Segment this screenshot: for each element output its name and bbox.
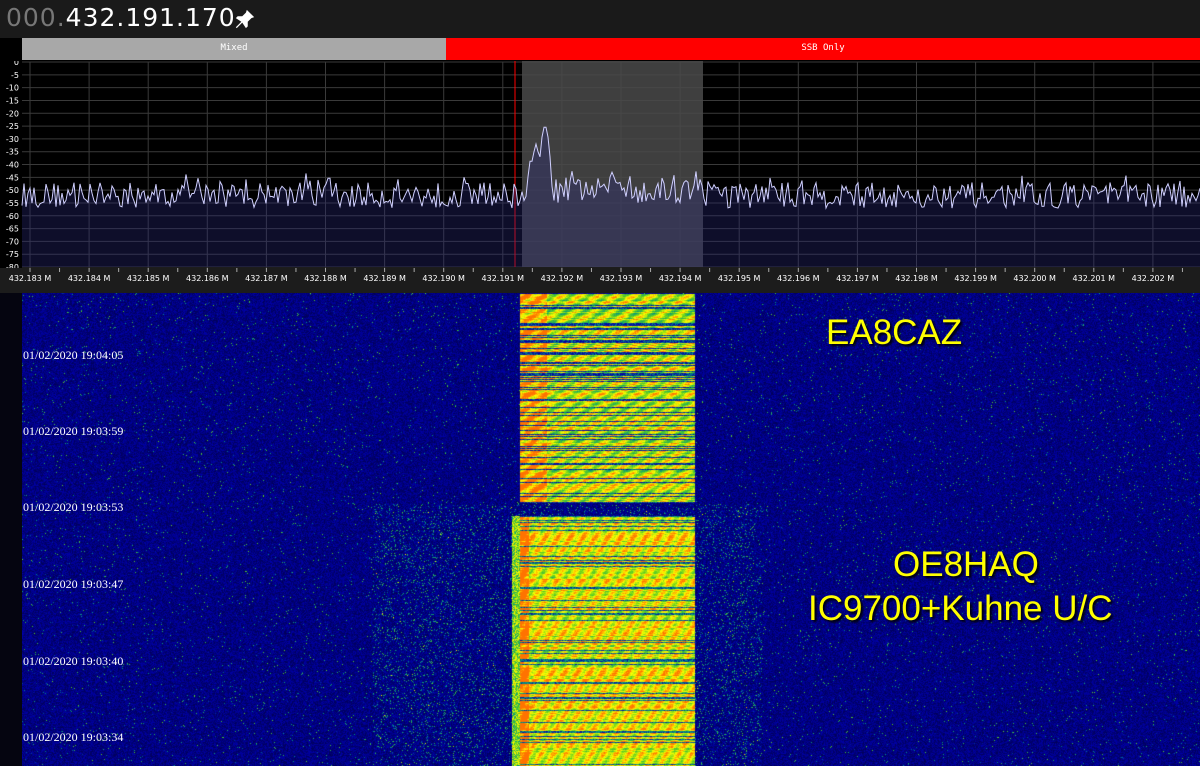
waterfall-display[interactable]: 01/02/2020 19:04:05 01/02/2020 19:03:59 01… bbox=[0, 293, 1200, 766]
y-tick-label: 0 bbox=[14, 61, 19, 67]
x-tick-label: 432.200 M bbox=[1013, 274, 1056, 283]
y-tick-label: -45 bbox=[6, 173, 19, 182]
x-tick-label: 432.199 M bbox=[954, 274, 997, 283]
waterfall-canvas[interactable] bbox=[22, 293, 1200, 766]
frequency-bar: 000.432.191.170 bbox=[0, 0, 1200, 38]
x-tick-label: 432.196 M bbox=[777, 274, 820, 283]
x-tick-label: 432.198 M bbox=[895, 274, 938, 283]
x-tick-label: 432.191 M bbox=[482, 274, 525, 283]
x-tick-label: 432.202 M bbox=[1132, 274, 1175, 283]
x-tick-label: 432.197 M bbox=[836, 274, 879, 283]
waterfall-timestamp: 01/02/2020 19:03:34 bbox=[23, 730, 124, 744]
x-tick-label: 432.192 M bbox=[541, 274, 584, 283]
y-tick-label: -25 bbox=[6, 122, 19, 131]
band-segment-ssb-only[interactable]: SSB Only bbox=[446, 38, 1200, 60]
callsign-label-oe8haq: OE8HAQ bbox=[893, 545, 1039, 584]
x-tick-label: 432.201 M bbox=[1073, 274, 1116, 283]
x-tick-label: 432.183 M bbox=[9, 274, 52, 283]
x-tick-label: 432.189 M bbox=[363, 274, 406, 283]
waterfall-timestamp: 01/02/2020 19:03:53 bbox=[23, 500, 124, 514]
waterfall-timestamp: 01/02/2020 19:03:47 bbox=[23, 577, 124, 591]
y-tick-label: -5 bbox=[11, 71, 19, 80]
x-tick-label: 432.190 M bbox=[422, 274, 465, 283]
frequency-value: 432.191.170 bbox=[65, 3, 236, 32]
frequency-leading-digits: 000. bbox=[6, 3, 66, 32]
y-tick-label: -55 bbox=[6, 199, 19, 208]
y-tick-label: -65 bbox=[6, 225, 19, 234]
pin-icon[interactable] bbox=[234, 8, 256, 30]
frequency-display[interactable]: 000.432.191.170 bbox=[6, 3, 236, 32]
y-tick-label: -35 bbox=[6, 148, 19, 157]
rig-label-ic9700: IC9700+Kuhne U/C bbox=[808, 589, 1113, 628]
waterfall-timestamp: 01/02/2020 19:03:40 bbox=[23, 654, 124, 668]
x-tick-label: 432.184 M bbox=[68, 274, 111, 283]
y-tick-label: -60 bbox=[6, 212, 19, 221]
y-tick-label: -20 bbox=[6, 109, 19, 118]
band-segment-mixed[interactable]: Mixed bbox=[22, 38, 446, 60]
waterfall-timestamp: 01/02/2020 19:03:59 bbox=[23, 424, 124, 438]
band-plan-bar: Mixed SSB Only bbox=[22, 38, 1200, 61]
y-tick-label: -15 bbox=[6, 96, 19, 105]
x-tick-label: 432.185 M bbox=[127, 274, 170, 283]
y-tick-label: -70 bbox=[6, 237, 19, 246]
y-tick-label: -10 bbox=[6, 84, 19, 93]
callsign-label-ea8caz: EA8CAZ bbox=[826, 313, 963, 352]
y-tick-label: -30 bbox=[6, 135, 19, 144]
x-tick-label: 432.193 M bbox=[600, 274, 643, 283]
y-tick-label: -40 bbox=[6, 161, 19, 170]
y-tick-label: -75 bbox=[6, 250, 19, 259]
spectrum-display[interactable]: 0 -5 -10 -15 -20 -25 -30 -35 -40 -45 -50 -55 -60 -65 -… bbox=[0, 61, 1200, 293]
y-tick-label: -50 bbox=[6, 186, 19, 195]
waterfall-timestamp: 01/02/2020 19:04:05 bbox=[23, 348, 124, 362]
x-tick-label: 432.188 M bbox=[304, 274, 347, 283]
x-tick-label: 432.194 M bbox=[659, 274, 702, 283]
x-tick-label: 432.195 M bbox=[718, 274, 761, 283]
x-tick-label: 432.187 M bbox=[245, 274, 288, 283]
x-tick-label: 432.186 M bbox=[186, 274, 229, 283]
